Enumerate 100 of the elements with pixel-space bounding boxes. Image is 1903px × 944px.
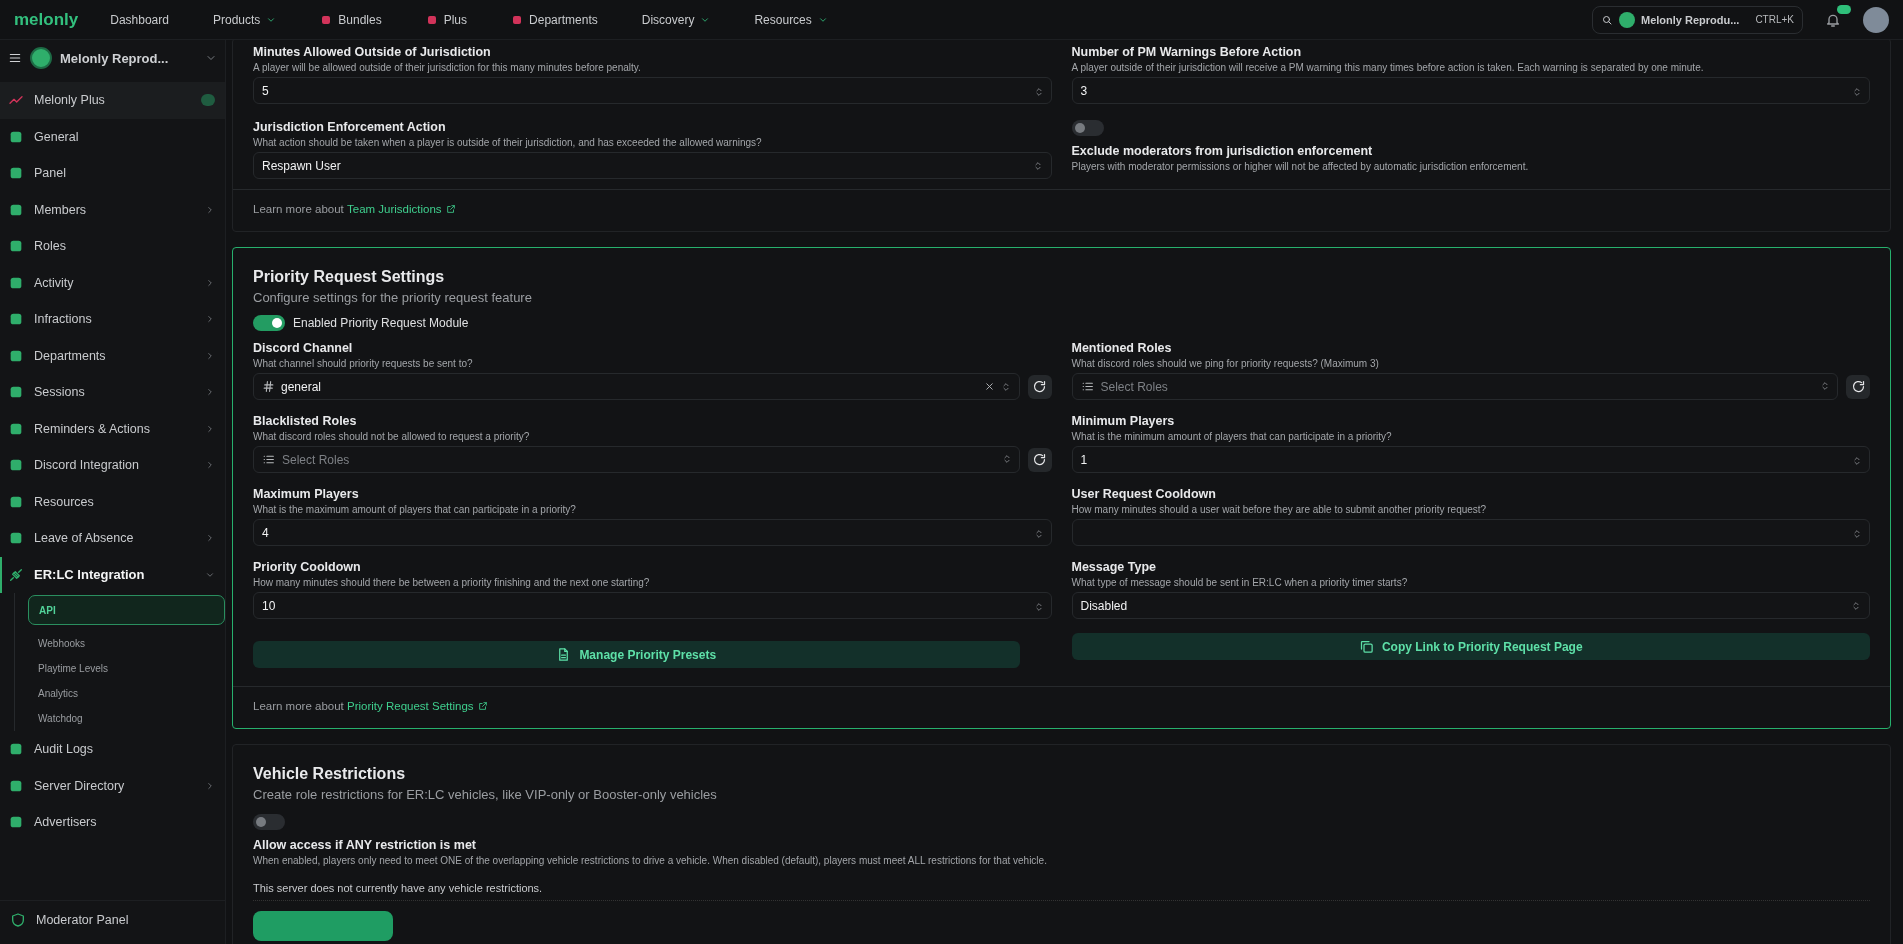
toggle-description: Players with moderator permissions or higher will not be affected by automatic jurisdiction enforcement.: [1071, 161, 1529, 172]
card-title: Vehicle Restrictions: [253, 765, 407, 783]
copy-icon: [1358, 639, 1374, 654]
chevron-right-icon: [205, 780, 215, 791]
refresh-button[interactable]: [1027, 447, 1052, 472]
shield-icon: [10, 911, 26, 928]
sidebar-item[interactable]: Leave of Absence: [0, 520, 225, 557]
square-icon: [425, 13, 438, 26]
nav-link[interactable]: Resources: [754, 12, 828, 27]
sidebar-item[interactable]: Resources: [0, 483, 225, 520]
sidebar-item[interactable]: General: [0, 118, 225, 155]
square-icon: [320, 13, 333, 26]
chevron-right-icon: [205, 314, 215, 325]
refresh-button[interactable]: [1846, 374, 1870, 399]
external-link-icon: [445, 204, 456, 214]
number-input[interactable]: [1071, 519, 1870, 546]
server-name[interactable]: Melonly Reprod...: [60, 50, 197, 66]
sidebar-item[interactable]: Activity: [0, 264, 225, 301]
up-down-chevron-icon: [1000, 380, 1011, 393]
list-icon: [262, 453, 275, 466]
field-description: What is the minimum amount of players that can participate in a priority?: [1071, 431, 1393, 442]
number-input[interactable]: 1: [1071, 446, 1870, 473]
nav-link[interactable]: Products: [212, 12, 277, 27]
nav-link[interactable]: Bundles: [320, 12, 382, 27]
up-down-chevron-icon: [1032, 159, 1043, 172]
toggle-label: Exclude moderators from jurisdiction enforcement: [1071, 144, 1374, 158]
multi-select-field[interactable]: Select Roles: [253, 446, 1020, 473]
empty-state-text: This server does not currently have any vehicle restrictions.: [253, 882, 1870, 901]
field-label: Minutes Allowed Outside of Jurisdiction: [253, 45, 492, 59]
nav-link[interactable]: Plus: [425, 12, 468, 27]
sidebar-item[interactable]: Reminders & Actions: [0, 410, 225, 447]
copy-link-button[interactable]: Copy Link to Priority Request Page: [1071, 633, 1870, 660]
card-subtitle: Create role restrictions for ER:LC vehicles, like VIP-only or Booster-only vehicles: [253, 787, 718, 802]
sidebar-item[interactable]: Discord Integration: [0, 447, 225, 484]
sidebar-item[interactable]: Audit Logs: [0, 731, 225, 768]
nav-link[interactable]: Dashboard: [110, 12, 169, 27]
server-switcher[interactable]: Melonly Reprodu... CTRL+K: [1591, 5, 1803, 34]
sidebar-subitem[interactable]: Analytics: [28, 681, 225, 706]
select-field[interactable]: general: [253, 373, 1020, 400]
logo-text[interactable]: melonly: [14, 9, 79, 30]
learn-more-link[interactable]: Priority Request Settings: [347, 700, 488, 712]
field-label: Blacklisted Roles: [253, 414, 358, 428]
nav-link[interactable]: Departments: [511, 12, 598, 27]
sidebar-item[interactable]: Members: [0, 191, 225, 228]
chevron-right-icon: [205, 460, 215, 471]
sidebar-item[interactable]: Panel: [0, 155, 225, 192]
toggle-switch[interactable]: [1071, 120, 1104, 136]
moderator-panel-link[interactable]: Moderator Panel: [0, 900, 225, 938]
number-input[interactable]: 5: [253, 77, 1052, 104]
refresh-icon: [1850, 379, 1866, 394]
sidebar-item[interactable]: Melonly Plus: [0, 82, 225, 119]
field-label: Priority Cooldown: [253, 560, 362, 574]
sidebar-item[interactable]: Server Directory: [0, 767, 225, 804]
chevron-right-icon: [205, 533, 215, 544]
notification-badge: [1837, 4, 1851, 14]
sidebar-item[interactable]: Sessions: [0, 374, 225, 411]
sidebar-subitem[interactable]: Playtime Levels: [28, 656, 225, 681]
refresh-icon: [1032, 379, 1047, 394]
field-label: Discord Channel: [253, 341, 354, 355]
field-description: What type of message should be sent in ER:LC when a priority timer starts?: [1071, 577, 1409, 588]
chevron-right-icon: [205, 387, 215, 398]
toggle-switch[interactable]: [253, 315, 285, 331]
number-input[interactable]: 3: [1071, 77, 1870, 104]
refresh-button[interactable]: [1027, 374, 1052, 399]
clear-icon[interactable]: [983, 381, 995, 392]
select-field[interactable]: Respawn User: [253, 152, 1052, 179]
field-description: What action should be taken when a player is outside of their jurisdiction, and has exceeded the allowed warnings?: [253, 137, 763, 148]
card-subtitle: Configure settings for the priority request feature: [253, 290, 533, 305]
field-description: How many minutes should there be between a priority finishing and the next one starting?: [253, 577, 651, 588]
sidebar-item[interactable]: ER:LC Integration: [0, 556, 225, 593]
server-avatar: [1618, 11, 1635, 28]
sidebar-item[interactable]: Advertisers: [0, 804, 225, 841]
field-description: What discord roles should not be allowed to request a priority?: [253, 431, 531, 442]
learn-more-link[interactable]: Team Jurisdictions: [347, 203, 456, 215]
sidebar-item[interactable]: Departments: [0, 337, 225, 374]
toggle-label: Enabled Priority Request Module: [293, 316, 469, 330]
server-avatar: [30, 47, 52, 69]
sidebar-subitem[interactable]: API: [28, 595, 225, 625]
field-label: Message Type: [1071, 560, 1158, 574]
sidebar-subitem[interactable]: Watchdog: [28, 706, 225, 731]
chevron-right-icon: [205, 423, 215, 434]
manage-presets-button[interactable]: Manage Priority Presets: [253, 641, 1020, 668]
plus-badge: [201, 94, 215, 107]
plug-icon: [8, 566, 24, 583]
toggle-switch[interactable]: [253, 814, 285, 830]
chevron-right-icon: [205, 350, 215, 361]
user-avatar[interactable]: [1863, 6, 1889, 33]
field-label: User Request Cooldown: [1071, 487, 1217, 501]
square-icon: [511, 13, 524, 26]
sidebar-item[interactable]: Roles: [0, 228, 225, 265]
field-label: Minimum Players: [1071, 414, 1176, 428]
sidebar-item[interactable]: Infractions: [0, 301, 225, 338]
nav-link[interactable]: Discovery: [641, 12, 711, 27]
multi-select-field[interactable]: Select Roles: [1071, 373, 1838, 400]
number-input[interactable]: 4: [253, 519, 1052, 546]
search-icon: [1600, 13, 1613, 26]
field-label: Number of PM Warnings Before Action: [1071, 45, 1303, 59]
sidebar-subitem[interactable]: Webhooks: [28, 631, 225, 656]
number-input[interactable]: 10: [253, 592, 1052, 619]
select-field[interactable]: Disabled: [1071, 592, 1870, 619]
